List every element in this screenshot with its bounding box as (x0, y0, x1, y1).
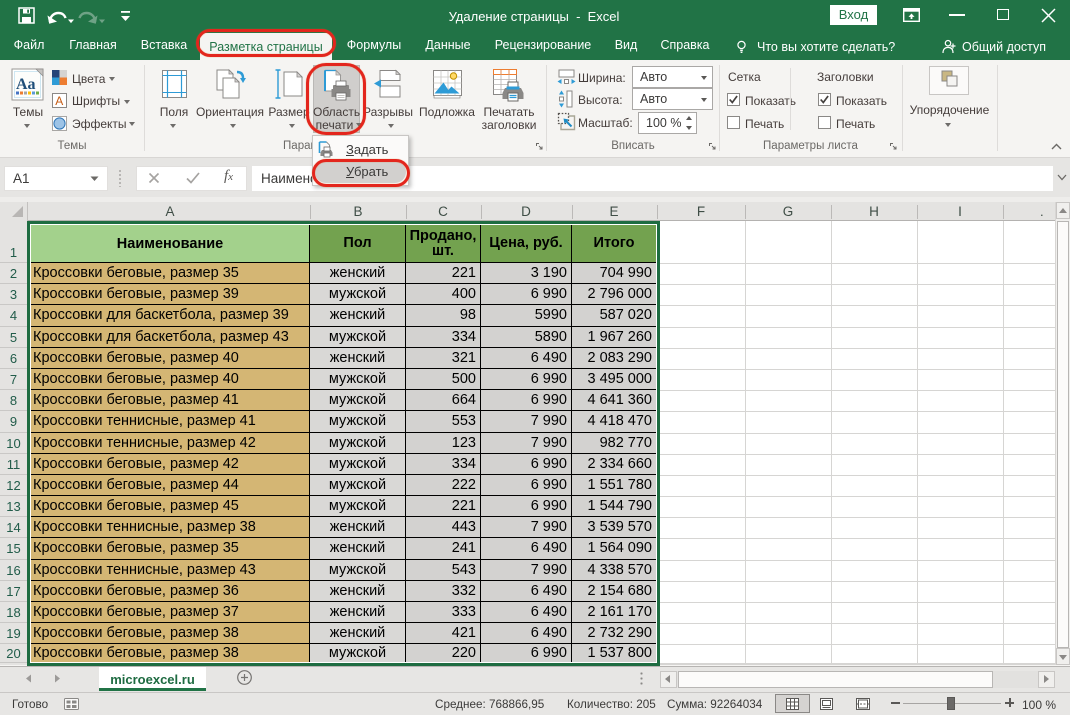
svg-text:A: A (55, 94, 63, 108)
svg-text:Aa: Aa (16, 76, 36, 93)
